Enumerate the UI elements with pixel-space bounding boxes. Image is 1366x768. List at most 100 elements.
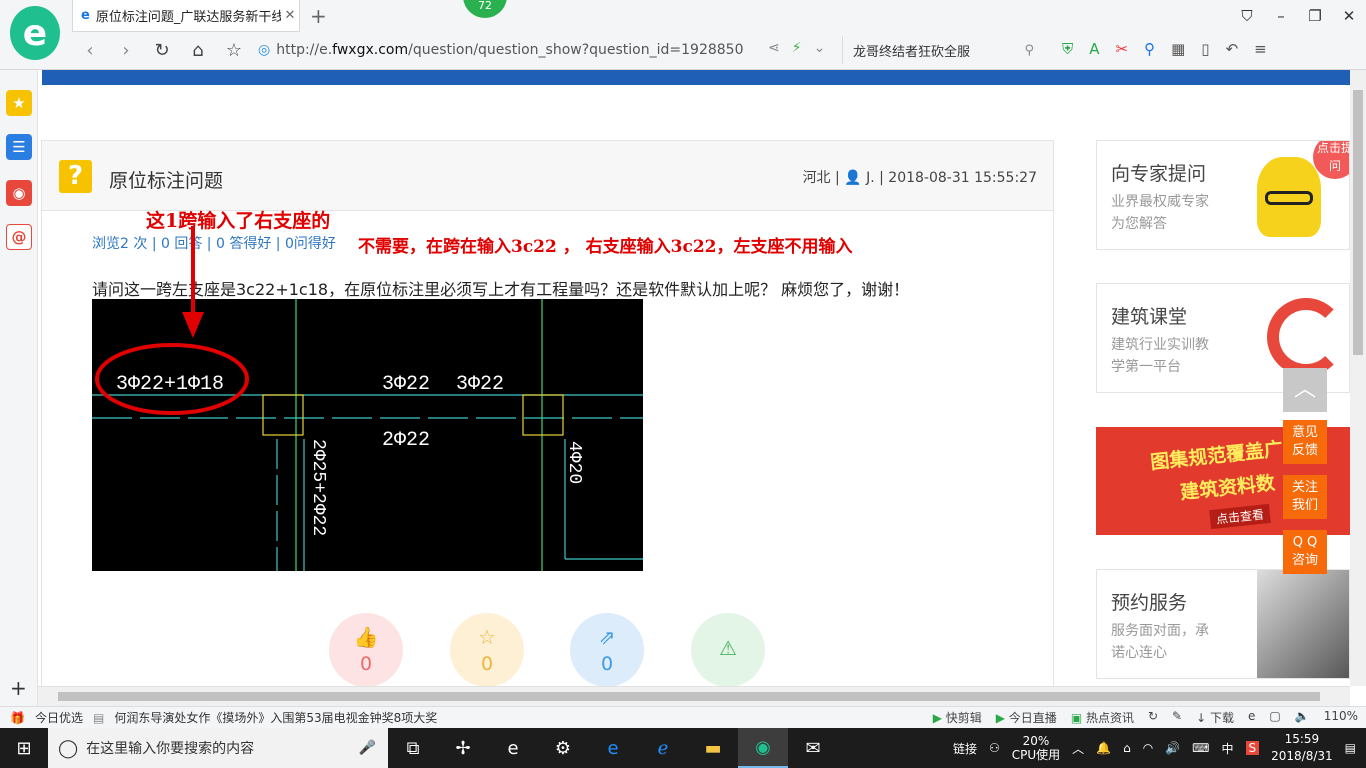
ie-app-icon[interactable]: e: [488, 728, 538, 768]
sogou-icon[interactable]: S: [1245, 741, 1260, 755]
task-view-icon[interactable]: ⧉: [388, 728, 438, 768]
tray-chevron-icon[interactable]: ︿: [1072, 740, 1084, 757]
browser-logo-icon[interactable]: e: [10, 6, 60, 60]
report-button[interactable]: ⚠: [691, 613, 765, 686]
speaker-icon[interactable]: 🔈: [1295, 709, 1310, 726]
favorite-button[interactable]: ☆ 0: [450, 613, 524, 686]
question-header: ? 原位标注问题 河北 | 👤 J. | 2018-08-31 15:55:27: [42, 141, 1053, 211]
shirt-icon[interactable]: ⛉: [1230, 0, 1264, 32]
cad-drawing-image[interactable]: 3Φ22+1Φ18 3Φ22 3Φ22 2Φ22 2Φ25+2Φ22 4Φ20: [92, 299, 643, 571]
like-button[interactable]: 👍 0: [329, 613, 403, 686]
ask-bubble[interactable]: 点击提问: [1313, 141, 1349, 179]
windows-start-icon[interactable]: ⊞: [0, 738, 48, 759]
browser-taskbar-icon[interactable]: ◉: [738, 728, 788, 768]
handshake-image: [1257, 570, 1349, 678]
notification-bell-icon[interactable]: 🔔: [1096, 741, 1111, 755]
edge-icon[interactable]: e: [588, 728, 638, 768]
left-sidebar: ★ ☰ ◉ @ +: [0, 70, 38, 706]
undo-icon[interactable]: ↶: [1226, 40, 1239, 58]
chevron-down-icon[interactable]: ⌄: [814, 40, 826, 56]
question-stats: 浏览2 次 | 0 回答 | 0 答得好 | 0问得好: [92, 233, 336, 253]
globe-icon: ◎: [258, 42, 271, 58]
system-clock[interactable]: 15:59 2018/8/31: [1271, 731, 1333, 765]
file-explorer-icon[interactable]: ▬: [688, 728, 738, 768]
ime-indicator[interactable]: 中: [1221, 740, 1233, 757]
promo-view-button[interactable]: 点击查看: [1209, 503, 1271, 530]
mail-icon[interactable]: ✉: [788, 728, 838, 768]
bookmark-star-icon[interactable]: ☆: [216, 40, 252, 61]
reading-list-icon[interactable]: ☰: [6, 134, 32, 160]
search-icon[interactable]: ⚲: [1024, 43, 1034, 58]
cpu-usage[interactable]: 20% CPU使用: [1012, 734, 1060, 762]
apps-grid-icon[interactable]: ▦: [1171, 40, 1185, 58]
url-path: /question/question_show?question_id=1928…: [408, 42, 744, 58]
minimize-icon[interactable]: –: [1264, 0, 1298, 32]
fan-app-icon[interactable]: ✢: [438, 728, 488, 768]
views-count: 浏览2 次: [92, 236, 148, 252]
meta-separator: |: [835, 170, 845, 186]
people-icon[interactable]: ⚇: [989, 741, 1000, 755]
share-button[interactable]: ⇗ 0: [570, 613, 644, 686]
search-box[interactable]: 龙哥终结者狂砍全服 ⚲: [842, 36, 1042, 64]
wifi-icon[interactable]: ◠: [1143, 741, 1153, 755]
sidebar-add-icon[interactable]: +: [10, 676, 27, 700]
back-icon[interactable]: ‹: [72, 40, 108, 61]
favorites-star-icon[interactable]: ★: [6, 90, 32, 116]
feedback-label-1: 意见: [1291, 425, 1318, 440]
tab-close-icon[interactable]: ✕: [281, 8, 299, 23]
system-tray: 链接 ⚇ 20% CPU使用 ︿ 🔔 ⌂ ◠ 🔊 ⌨ 中 S 15:59 201…: [953, 728, 1366, 768]
volume-icon[interactable]: 🔊: [1165, 741, 1180, 755]
scissors-icon[interactable]: ✂: [1116, 40, 1129, 58]
magnifier-icon[interactable]: ⚲: [1144, 40, 1155, 58]
window-icon[interactable]: ▢: [1269, 709, 1280, 726]
menu-icon[interactable]: ≡: [1254, 40, 1267, 58]
today-picks-link[interactable]: 今日优选: [35, 709, 83, 726]
address-bar[interactable]: ◎ http://e.fwxgx.com/question/question_s…: [258, 36, 828, 64]
share-icon[interactable]: ⋖: [768, 40, 780, 56]
email-icon[interactable]: @: [6, 224, 32, 250]
feedback-button[interactable]: 意见 反馈: [1283, 420, 1327, 464]
live-link[interactable]: ▶ 今日直播: [996, 709, 1057, 726]
follow-us-button[interactable]: 关注 我们: [1283, 475, 1327, 519]
tablet-icon[interactable]: ▯: [1201, 40, 1209, 58]
tray-link-label[interactable]: 链接: [953, 740, 977, 757]
pin-icon[interactable]: ✎: [1172, 709, 1182, 726]
forward-icon[interactable]: ›: [108, 40, 144, 61]
browser-tab[interactable]: e 原位标注问题_广联达服务新干线 ✕: [72, 0, 300, 32]
microphone-icon[interactable]: 🎤: [359, 740, 376, 756]
ie-mode-icon[interactable]: e: [1248, 709, 1255, 726]
like-count: 0: [359, 653, 373, 675]
action-center-icon[interactable]: ▤: [1345, 741, 1356, 755]
vertical-scrollbar[interactable]: [1350, 70, 1366, 686]
booking-service-card[interactable]: 预约服务 服务面对面，承 诺心连心: [1096, 569, 1350, 679]
quick-edit-link[interactable]: ▶ 快剪辑: [933, 709, 982, 726]
home-icon[interactable]: ⌂: [180, 40, 216, 61]
browser-chrome: e e 原位标注问题_广联达服务新干线 ✕ + 72 ⛉ – ❐ ✕ ‹ › ↻…: [0, 0, 1366, 70]
taskbar-search-box[interactable]: ◯ 在这里输入你要搜索的内容 🎤: [48, 728, 388, 768]
question-user[interactable]: J.: [866, 170, 875, 186]
close-window-icon[interactable]: ✕: [1332, 0, 1366, 32]
restore-icon[interactable]: ❐: [1298, 0, 1332, 32]
refresh-icon[interactable]: ↻: [144, 40, 180, 61]
news-ticker[interactable]: 何润东导演处女作《摸场外》入围第53届电视金钟奖8项大奖: [114, 709, 437, 726]
download-link[interactable]: ↓ 下载: [1196, 709, 1234, 726]
internet-explorer-icon[interactable]: ℯ: [638, 728, 688, 768]
horizontal-scroll-thumb[interactable]: [58, 692, 1320, 701]
ask-expert-card[interactable]: 向专家提问 业界最权威专家 为您解答 点击提问: [1096, 140, 1350, 250]
network-icon[interactable]: ⌂: [1123, 741, 1131, 755]
vertical-scroll-thumb[interactable]: [1353, 90, 1363, 355]
shield-icon[interactable]: ⛨: [1062, 40, 1073, 58]
new-tab-icon[interactable]: +: [310, 4, 327, 28]
sync-icon[interactable]: ↻: [1148, 709, 1158, 726]
hot-news-link[interactable]: ▣ 热点资讯: [1071, 709, 1134, 726]
horizontal-scrollbar[interactable]: [38, 686, 1350, 706]
weibo-icon[interactable]: ◉: [6, 180, 32, 206]
keyboard-icon[interactable]: ⌨: [1192, 741, 1209, 755]
ad-block-icon[interactable]: A: [1089, 40, 1099, 58]
back-to-top-button[interactable]: ︿: [1283, 368, 1327, 412]
zoom-level[interactable]: 110%: [1324, 709, 1358, 726]
settings-app-icon[interactable]: ⚙: [538, 728, 588, 768]
qq-consult-button[interactable]: Q Q 咨询: [1283, 530, 1327, 574]
lightning-icon[interactable]: ⚡: [792, 40, 802, 56]
notification-badge[interactable]: 72: [463, 0, 507, 18]
